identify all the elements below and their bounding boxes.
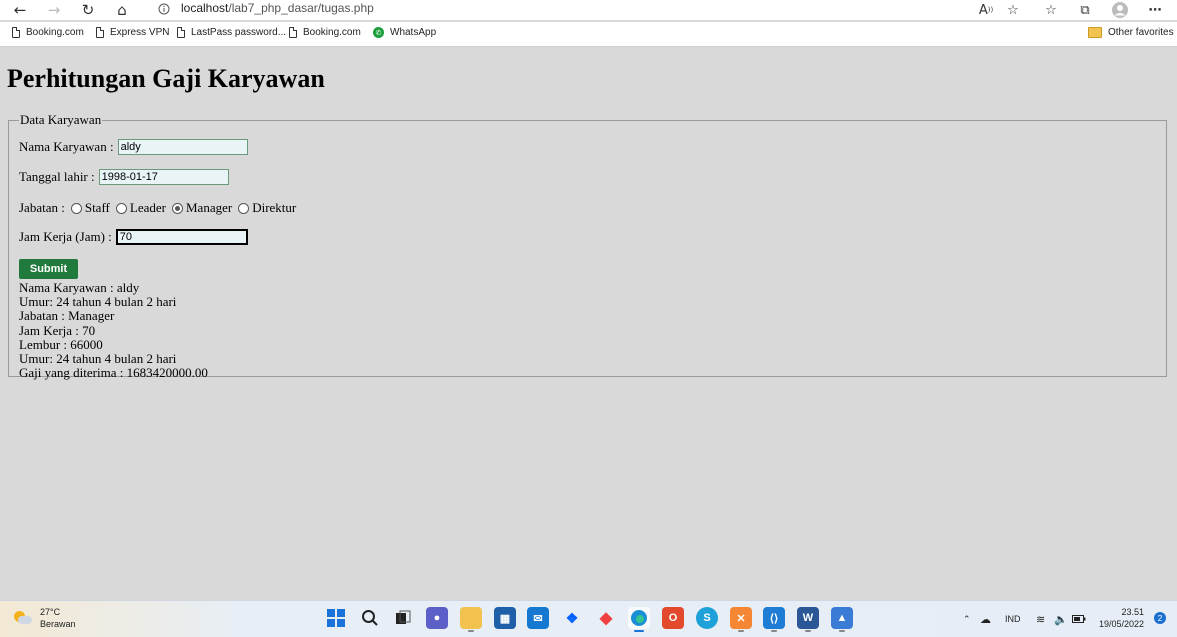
- whatsapp-icon: ✆: [373, 27, 384, 38]
- page-content: Perhitungan Gaji Karyawan Data Karyawan …: [0, 47, 1177, 600]
- browser-toolbar: ← → ↻ ⌂ localhost/lab7_php_dasar/tugas.p…: [0, 0, 1177, 20]
- hours-row: Jam Kerja (Jam) : 70: [19, 229, 248, 245]
- office-icon[interactable]: O: [662, 607, 684, 629]
- clock-date: 19/05/2022: [1098, 619, 1144, 629]
- dob-label: Tanggal lahir :: [19, 169, 95, 184]
- vscode-icon[interactable]: ⟨⟩: [763, 607, 785, 632]
- start-icon[interactable]: [325, 607, 347, 629]
- language-indicator[interactable]: IND: [1005, 601, 1021, 637]
- address-bar[interactable]: localhost/lab7_php_dasar/tugas.php: [181, 1, 374, 15]
- url-path: /lab7_php_dasar/tugas.php: [228, 1, 374, 15]
- bookmark-label: WhatsApp: [390, 27, 437, 38]
- partly-cloudy-icon: [14, 611, 32, 625]
- refresh-icon[interactable]: ↻: [77, 0, 99, 20]
- mail-icon[interactable]: ✉: [527, 607, 549, 629]
- xampp-icon[interactable]: ✕: [730, 607, 752, 632]
- taskbar: 27°C Berawan ● ▦ ✉ ❖ ◆ O S ✕ ⟨⟩ W ▲ ⌃ ☁ I…: [0, 600, 1177, 637]
- more-menu-icon[interactable]: ⋯: [1144, 0, 1166, 20]
- forward-arrow-icon[interactable]: →: [43, 0, 65, 20]
- gem-app-icon[interactable]: ◆: [595, 607, 617, 629]
- result-output: Nama Karyawan : aldy Umur: 24 tahun 4 bu…: [19, 280, 208, 381]
- radio-direktur-label: Direktur: [252, 200, 297, 215]
- favorites-icon[interactable]: ☆: [1040, 0, 1062, 20]
- weather-condition: Berawan: [40, 619, 76, 629]
- bookmark-lastpass[interactable]: LastPass password...: [177, 27, 286, 38]
- task-view-icon[interactable]: [392, 607, 414, 629]
- radio-manager-label: Manager: [185, 200, 233, 215]
- profile-avatar[interactable]: [1109, 0, 1131, 20]
- hours-input[interactable]: 70: [115, 229, 248, 245]
- bookmark-label: Express VPN: [110, 27, 170, 38]
- radio-leader[interactable]: [115, 202, 127, 214]
- radio-staff[interactable]: [70, 202, 82, 214]
- result-line: Umur: 24 tahun 4 bulan 2 hari: [19, 294, 177, 310]
- role-label: Jabatan :: [19, 200, 65, 215]
- result-line: Nama Karyawan : aldy: [19, 280, 140, 295]
- result-line: Gaji yang diterima : 1683420000.00: [19, 365, 208, 381]
- back-arrow-icon[interactable]: ←: [9, 0, 31, 20]
- page-title: Perhitungan Gaji Karyawan: [7, 64, 325, 93]
- radio-manager[interactable]: [171, 202, 183, 214]
- volume-icon[interactable]: 🔈: [1054, 601, 1068, 637]
- name-input[interactable]: aldy: [117, 139, 248, 155]
- show-hidden-icons[interactable]: ⌃: [963, 601, 971, 637]
- hours-label: Jam Kerja (Jam) :: [19, 229, 112, 244]
- home-icon[interactable]: ⌂: [111, 0, 133, 20]
- battery-icon[interactable]: [1072, 601, 1086, 637]
- dropbox-icon[interactable]: ❖: [561, 607, 583, 629]
- role-row: Jabatan : Staff Leader Manager Direktur: [19, 200, 296, 216]
- notification-badge[interactable]: 2: [1154, 612, 1166, 624]
- read-aloud-icon[interactable]: A)): [975, 0, 997, 20]
- info-icon[interactable]: [156, 1, 172, 17]
- submit-button[interactable]: Submit: [19, 259, 78, 279]
- folder-icon: [1088, 27, 1102, 38]
- collections-icon[interactable]: ⧉: [1074, 0, 1096, 20]
- page-icon: [289, 27, 297, 38]
- bookmark-booking-1[interactable]: Booking.com: [12, 27, 84, 38]
- add-favorite-icon[interactable]: ☆: [1002, 0, 1024, 20]
- employee-data-fieldset: Data Karyawan Nama Karyawan : aldy Tangg…: [8, 112, 1167, 381]
- fieldset-legend: Data Karyawan: [20, 112, 102, 127]
- result-line: Jam Kerja : 70: [19, 322, 96, 338]
- temperature: 27°C: [40, 607, 61, 617]
- name-label: Nama Karyawan :: [19, 139, 114, 154]
- page-icon: [96, 27, 104, 38]
- photos-icon[interactable]: ▲: [831, 607, 853, 632]
- word-icon[interactable]: W: [797, 607, 819, 632]
- name-row: Nama Karyawan : aldy: [19, 139, 248, 155]
- dob-input[interactable]: 1998-01-17: [98, 169, 229, 185]
- wifi-icon[interactable]: ≋: [1036, 601, 1045, 637]
- radio-staff-label: Staff: [84, 200, 110, 215]
- bookmark-label: LastPass password...: [191, 27, 287, 38]
- file-explorer-icon[interactable]: [460, 607, 482, 632]
- result-line: Umur: 24 tahun 4 bulan 2 hari: [19, 351, 177, 367]
- result-line: Lembur : 66000: [19, 336, 103, 352]
- other-favorites-label: Other favorites: [1108, 27, 1174, 38]
- bookmark-express-vpn[interactable]: Express VPN: [96, 27, 169, 38]
- result-line: Jabatan : Manager: [19, 308, 115, 324]
- chat-icon[interactable]: ●: [426, 607, 448, 629]
- weather-widget[interactable]: 27°C Berawan: [14, 606, 76, 630]
- radio-direktur[interactable]: [238, 202, 250, 214]
- search-icon[interactable]: [359, 607, 381, 629]
- page-icon: [177, 27, 185, 38]
- radio-leader-label: Leader: [129, 200, 166, 215]
- bookmark-label: Booking.com: [26, 27, 84, 38]
- onedrive-icon[interactable]: ☁: [980, 601, 991, 637]
- clock[interactable]: 23.51 19/05/2022: [1099, 606, 1144, 630]
- dob-row: Tanggal lahir : 1998-01-17: [19, 169, 229, 185]
- skype-icon[interactable]: S: [696, 607, 718, 629]
- other-favorites[interactable]: Other favorites: [1088, 27, 1174, 38]
- edge-icon[interactable]: [628, 607, 650, 632]
- page-icon: [12, 27, 20, 38]
- clock-time: 23.51: [1121, 607, 1144, 617]
- url-host: localhost: [181, 1, 229, 15]
- bookmarks-bar: Booking.com Express VPN LastPass passwor…: [0, 22, 1177, 47]
- bookmark-whatsapp[interactable]: ✆ WhatsApp: [373, 27, 436, 38]
- bookmark-booking-2[interactable]: Booking.com: [289, 27, 361, 38]
- bookmark-label: Booking.com: [303, 27, 361, 38]
- store-icon[interactable]: ▦: [494, 607, 516, 629]
